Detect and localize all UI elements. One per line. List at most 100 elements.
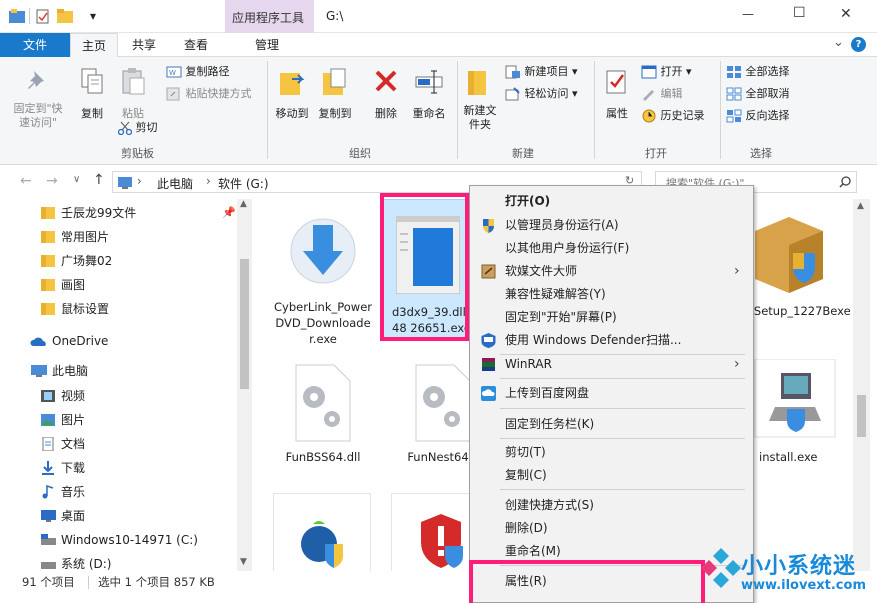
- file-item[interactable]: FunBSS64.dll: [273, 363, 373, 465]
- file-name: FunBSS64.dll: [285, 450, 361, 464]
- breadcrumb-drive-g[interactable]: 软件 (G:): [218, 175, 269, 192]
- watermark-title: 小小系统迷: [741, 554, 857, 579]
- tab-view[interactable]: 查看: [172, 33, 220, 57]
- up-arrow-icon[interactable]: ↑: [93, 172, 105, 188]
- menu-item-baidu-upload[interactable]: 上传到百度网盘: [470, 382, 753, 405]
- app-shield-icon: [301, 521, 343, 568]
- drive-icon: [41, 562, 56, 569]
- cyberlink-download-icon: [290, 218, 356, 284]
- menu-separator: [500, 438, 745, 439]
- content-scrollbar[interactable]: ▲: [853, 199, 870, 571]
- history-button[interactable]: 历史记录: [641, 106, 705, 126]
- scroll-up-arrow-icon[interactable]: ▲: [240, 199, 247, 209]
- nav-scrollbar[interactable]: ▲ ▼: [237, 199, 252, 571]
- select-all-button[interactable]: 全部选择: [726, 62, 790, 82]
- new-folder-button[interactable]: 新建文件夹: [460, 67, 500, 132]
- cut-button[interactable]: 剪切: [118, 118, 158, 138]
- maximize-button[interactable]: ☐: [793, 5, 806, 21]
- qat-dropdown[interactable]: ▾: [90, 9, 96, 23]
- select-none-icon: [726, 87, 742, 101]
- menu-item-soft-master[interactable]: 软媒文件大师 ›: [470, 260, 753, 283]
- edit-button[interactable]: 编辑: [641, 84, 683, 104]
- tab-file[interactable]: 文件: [0, 33, 70, 57]
- delete-x-icon: [375, 70, 397, 92]
- menu-item-open[interactable]: 打开(O): [470, 190, 753, 213]
- minimize-button[interactable]: —: [742, 7, 754, 21]
- menu-item-label: 上传到百度网盘: [505, 386, 590, 400]
- recent-locations-chevron-icon[interactable]: ∨: [73, 174, 80, 185]
- ribbon: 固定到"快速访问" 复制 粘贴 W 复制路径 粘贴快捷方式 剪切 剪贴板 移动到…: [0, 57, 877, 165]
- status-divider: [88, 576, 89, 589]
- rename-button[interactable]: 重命名: [406, 67, 452, 121]
- menu-item-label: WinRAR: [505, 357, 552, 371]
- menu-item-compat[interactable]: 兼容性疑难解答(Y): [470, 283, 753, 306]
- menu-item-create-shortcut[interactable]: 创建快捷方式(S): [470, 494, 753, 517]
- nav-item-label: 鼠标设置: [61, 302, 110, 316]
- paste-button[interactable]: 粘贴: [116, 67, 150, 121]
- pin-quick-access-button[interactable]: 固定到"快速访问": [8, 67, 68, 130]
- menu-item-copy[interactable]: 复制(C): [470, 464, 753, 487]
- content-scroll-thumb[interactable]: [857, 395, 866, 437]
- setup-box-icon: [755, 217, 823, 293]
- scroll-down-arrow-icon[interactable]: ▼: [240, 557, 247, 567]
- svg-text:W: W: [169, 69, 176, 77]
- menu-item-pin-start[interactable]: 固定到"开始"屏幕(P): [470, 306, 753, 329]
- copy-to-label: 复制到: [318, 107, 352, 120]
- select-group-label: 选择: [750, 147, 772, 160]
- easy-access-button[interactable]: 轻松访问 ▾: [505, 84, 578, 104]
- properties-button[interactable]: 属性: [600, 67, 634, 121]
- ribbon-collapse-chevron[interactable]: ⌄: [833, 35, 844, 50]
- help-button[interactable]: ?: [851, 37, 866, 52]
- menu-item-defender-scan[interactable]: 使用 Windows Defender扫描...: [470, 329, 753, 352]
- copy-button[interactable]: 复制: [75, 67, 109, 121]
- menu-item-pin-taskbar[interactable]: 固定到任务栏(K): [470, 413, 753, 436]
- paste-shortcut-button[interactable]: 粘贴快捷方式: [166, 84, 252, 104]
- menu-item-run-as-other[interactable]: 以其他用户身份运行(F): [470, 237, 753, 260]
- soft-master-icon: [481, 264, 496, 279]
- invert-selection-button[interactable]: 反向选择: [726, 106, 790, 126]
- nav-item-label: 音乐: [61, 485, 86, 499]
- file-item[interactable]: CyberLink_PowerDVD_Downloader.exe: [273, 205, 373, 347]
- folder-icon: [41, 279, 55, 291]
- folder-icon: [41, 255, 55, 267]
- forward-arrow-icon[interactable]: →: [46, 173, 58, 189]
- menu-item-run-as-admin[interactable]: 以管理员身份运行(A): [470, 214, 753, 237]
- file-item[interactable]: [273, 493, 371, 571]
- watermark-logo: [701, 548, 741, 588]
- history-icon: [642, 109, 656, 123]
- paste-shortcut-icon: [166, 87, 180, 101]
- copy-to-button[interactable]: 复制到: [315, 67, 355, 121]
- move-to-button[interactable]: 移动到: [272, 67, 312, 121]
- paste-icon: [122, 68, 145, 95]
- cloud-icon: [30, 337, 46, 346]
- copy-label: 复制: [81, 107, 103, 120]
- copy-path-button[interactable]: W 复制路径: [166, 62, 230, 82]
- file-item[interactable]: GSetup_1227Bexe: [743, 205, 851, 319]
- menu-item-cut[interactable]: 剪切(T): [470, 441, 753, 464]
- open-icon: [641, 65, 657, 79]
- menu-item-winrar[interactable]: WinRAR ›: [470, 353, 753, 376]
- scroll-up-arrow-icon[interactable]: ▲: [857, 201, 864, 211]
- nav-scroll-thumb[interactable]: [240, 259, 249, 389]
- delete-button[interactable]: 删除: [369, 67, 403, 121]
- desktop-icon: [41, 510, 56, 522]
- dll-gears-icon: [415, 364, 471, 442]
- copy-path-label: 复制路径: [185, 65, 230, 78]
- menu-item-delete[interactable]: 删除(D): [470, 517, 753, 540]
- breadcrumb-chevron-icon: ›: [137, 174, 142, 188]
- file-item[interactable]: install.exe: [753, 358, 843, 465]
- tab-manage[interactable]: 管理: [228, 33, 306, 57]
- rename-icon: [415, 70, 443, 94]
- tab-share[interactable]: 共享: [120, 33, 168, 57]
- explorer-app-icon[interactable]: [9, 9, 25, 23]
- breadcrumb-this-pc[interactable]: 此电脑: [157, 175, 193, 192]
- tab-home[interactable]: 主页: [70, 33, 118, 58]
- close-button[interactable]: ✕: [840, 6, 852, 22]
- open-button[interactable]: 打开 ▾: [641, 62, 692, 82]
- folder-icon: [41, 231, 55, 243]
- back-arrow-icon[interactable]: ←: [20, 173, 32, 189]
- select-none-button[interactable]: 全部取消: [726, 84, 790, 104]
- properties-qat-icon[interactable]: [36, 9, 50, 24]
- new-item-button[interactable]: 新建项目 ▾: [505, 62, 578, 82]
- new-folder-qat-icon[interactable]: [57, 9, 73, 23]
